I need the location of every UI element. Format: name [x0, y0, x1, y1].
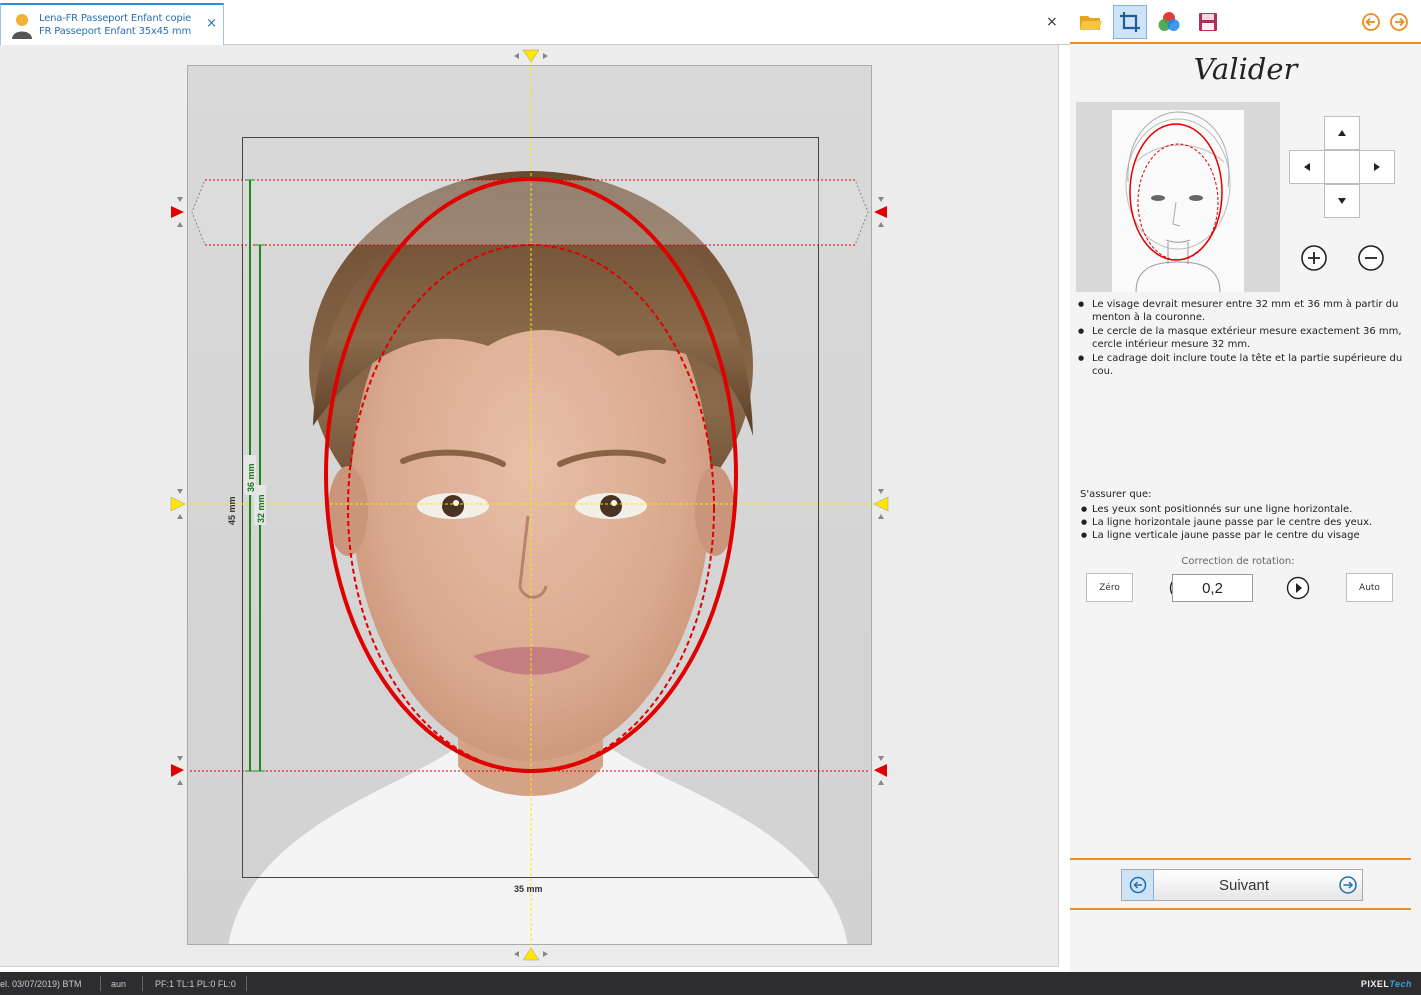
- label-45mm: 45 mm: [227, 496, 237, 525]
- dpad-center: [1324, 150, 1360, 184]
- guideline-list: Le visage devrait mesurer entre 32 mm et…: [1077, 298, 1417, 379]
- previous-step-button[interactable]: [1122, 870, 1154, 900]
- checklist: S'assurer que: Les yeux sont positionnés…: [1080, 488, 1415, 542]
- move-left-button[interactable]: [1289, 150, 1325, 184]
- redo-button[interactable]: [1382, 5, 1416, 39]
- next-step-button[interactable]: Suivant: [1121, 869, 1363, 901]
- brand-logo-part1: PIXEL: [1360, 979, 1390, 989]
- label-35mm: 35 mm: [514, 884, 543, 894]
- guideline-item: Le cadrage doit inclure toute la tête et…: [1077, 352, 1417, 378]
- divider: [1070, 908, 1411, 910]
- color-wheel-icon: [1158, 12, 1180, 31]
- checklist-item: La ligne verticale jaune passe par le ce…: [1080, 529, 1415, 542]
- reference-face-sketch: [1076, 102, 1280, 293]
- checklist-item: La ligne horizontale jaune passe par le …: [1080, 516, 1415, 529]
- validation-panel: Valider Le visage devrait mesurer entre …: [1070, 0, 1421, 972]
- status-version: el. 03/07/2019) BTM: [0, 979, 82, 989]
- handle-chin-right[interactable]: [874, 756, 887, 785]
- crown-band: [191, 179, 869, 246]
- next-step-label: Suivant: [1218, 877, 1270, 894]
- handle-eye-right[interactable]: [873, 489, 889, 519]
- brand-logo: PIXELTech: [1361, 979, 1412, 989]
- triangle-up-icon: [1338, 130, 1346, 136]
- triangle-right-icon: [1374, 163, 1380, 171]
- crop-guides-overlay: 36 mm 32 mm 45 mm 35 mm: [170, 49, 889, 961]
- guideline-item: Le cercle de la masque extérieur mesure …: [1077, 325, 1417, 351]
- zoom-in-button[interactable]: [1300, 244, 1328, 272]
- move-down-button[interactable]: [1324, 184, 1360, 218]
- checklist-title: S'assurer que:: [1080, 489, 1152, 500]
- rotation-zero-button[interactable]: Zéro: [1086, 573, 1133, 602]
- move-right-button[interactable]: [1359, 150, 1395, 184]
- handle-crown-right[interactable]: [874, 197, 887, 227]
- rotation-auto-button[interactable]: Auto: [1346, 573, 1393, 602]
- move-up-button[interactable]: [1324, 116, 1360, 150]
- arrow-left-circle-icon: [1129, 876, 1146, 894]
- triangle-left-icon: [1304, 163, 1310, 171]
- triangle-down-icon: [1338, 198, 1346, 204]
- face-sketch-image: [1112, 110, 1244, 293]
- crop-button[interactable]: [1113, 5, 1147, 39]
- checklist-item: Les yeux sont positionnés sur une ligne …: [1080, 503, 1415, 516]
- arrow-right-circle-icon: [1339, 876, 1357, 894]
- crop-icon: [1120, 12, 1140, 32]
- guideline-item: Le visage devrait mesurer entre 32 mm et…: [1077, 298, 1417, 324]
- open-folder-button[interactable]: [1074, 5, 1108, 39]
- rotation-label: Correction de rotation:: [1181, 556, 1295, 567]
- color-adjust-button[interactable]: [1152, 5, 1186, 39]
- status-counters: PF:1 TL:1 PL:0 FL:0: [155, 979, 236, 989]
- position-dpad: [1289, 116, 1395, 218]
- status-user: aun: [111, 979, 127, 989]
- brand-logo-part2: Tech: [1389, 979, 1412, 989]
- handle-bottom[interactable]: [514, 947, 548, 961]
- panel-title: Valider: [1193, 52, 1298, 86]
- handle-chin-left[interactable]: [171, 756, 184, 785]
- status-bar: el. 03/07/2019) BTM aun PF:1 TL:1 PL:0 F…: [0, 972, 1421, 995]
- label-36mm: 36 mm: [246, 463, 256, 492]
- divider: [1070, 858, 1411, 860]
- label-32mm: 32 mm: [256, 494, 266, 523]
- handle-top[interactable]: [514, 49, 548, 63]
- rotation-value-input[interactable]: 0,2: [1172, 574, 1253, 602]
- arrow-left-circle-icon: [1362, 13, 1380, 31]
- rotate-right-button[interactable]: [1286, 576, 1310, 600]
- folder-icon: [1080, 16, 1102, 30]
- save-button[interactable]: [1191, 5, 1225, 39]
- floppy-disk-icon: [1199, 13, 1217, 31]
- handle-crown-left[interactable]: [171, 197, 184, 227]
- arrow-right-circle-icon: [1390, 13, 1408, 31]
- panel-toolbar: [1070, 0, 1421, 44]
- zoom-out-button[interactable]: [1357, 244, 1385, 272]
- handle-eye-left[interactable]: [170, 489, 186, 519]
